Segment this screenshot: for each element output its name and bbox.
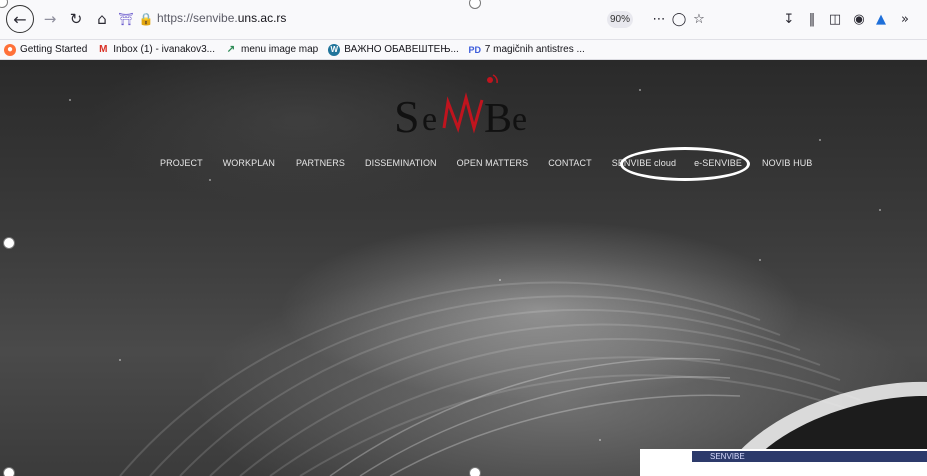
svg-text:B: B (484, 96, 512, 142)
back-icon[interactable]: ← (6, 5, 34, 33)
bookmark-label: 7 magičnih antistres ... (484, 44, 585, 55)
senvibe-logo[interactable]: S e B e (392, 72, 542, 142)
overlay-tab[interactable]: SENVIBE (692, 451, 927, 462)
resize-handle[interactable] (3, 467, 15, 476)
bookmarks-bar: ● Getting Started M Inbox (1) - ivanakov… (0, 40, 927, 60)
url-prefix: https://senvibe. (157, 11, 238, 25)
nav-item-dissemination[interactable]: DISSEMINATION (365, 158, 437, 168)
bookmark-label: Inbox (1) - ivanakov3... (113, 44, 215, 55)
bookmark-item[interactable]: ↗ menu image map (225, 44, 318, 56)
overflow-icon[interactable]: » (896, 10, 914, 28)
forward-icon[interactable]: → (40, 8, 60, 30)
nav-item-contact[interactable]: CONTACT (548, 158, 592, 168)
nav-item-workplan[interactable]: WORKPLAN (223, 158, 275, 168)
more-icon[interactable]: ⋯ (650, 10, 668, 28)
home-icon[interactable]: ⌂ (92, 8, 112, 30)
zoom-level[interactable]: 90% (607, 11, 633, 28)
imagemap-icon: ↗ (226, 44, 236, 55)
gmail-icon: M (99, 44, 108, 55)
bookmark-label: ВАЖНО ОБАВЕШТЕЊ... (344, 44, 459, 55)
svg-text:e: e (422, 101, 437, 138)
library-icon[interactable]: ‖ (803, 10, 821, 28)
extension-icon[interactable]: ▲ (872, 10, 890, 28)
svg-text:S: S (394, 91, 420, 142)
url-bar[interactable]: https://senvibe.uns.ac.rs (157, 11, 286, 25)
bookmark-label: Getting Started (20, 44, 88, 55)
pocket-icon[interactable]: ◯ (670, 10, 688, 28)
screenshot-frame: ← → ↻ ⌂ ⛩ 🔒 https://senvibe.uns.ac.rs 90… (0, 0, 927, 476)
bookmark-item[interactable]: ● Getting Started (4, 43, 88, 56)
nav-item-partners[interactable]: PARTNERS (296, 158, 345, 168)
nav-item-project[interactable]: PROJECT (160, 158, 203, 168)
nav-item-open-matters[interactable]: OPEN MATTERS (457, 158, 529, 168)
sidebar-icon[interactable]: ◫ (826, 10, 844, 28)
bookmark-label: menu image map (240, 44, 319, 55)
bookmark-item[interactable]: W ВАЖНО ОБАВЕШТЕЊ... (328, 43, 459, 56)
pinterest-icon: PD (468, 44, 482, 55)
resize-handle[interactable] (3, 237, 15, 249)
bookmark-star-icon[interactable]: ☆ (690, 10, 708, 28)
bookmark-item[interactable]: M Inbox (1) - ivanakov3... (97, 44, 215, 56)
account-icon[interactable]: ◉ (850, 10, 868, 28)
overlapping-window: SENVIBE (640, 449, 927, 476)
nav-item-novib-hub[interactable]: NOVIB HUB (762, 158, 812, 168)
wordpress-icon: W (328, 43, 341, 56)
svg-text:e: e (512, 101, 527, 138)
lock-icon[interactable]: 🔒 (139, 8, 154, 30)
bookmark-item[interactable]: PD 7 magičnih antistres ... (469, 44, 585, 56)
firefox-icon: ● (4, 43, 16, 56)
shield-icon[interactable]: ⛩ (118, 8, 134, 30)
web-page: S e B e PROJECT WORKPLAN PARTNERS DISSEM… (0, 60, 927, 476)
highlight-oval (620, 147, 750, 181)
reload-icon[interactable]: ↻ (66, 8, 86, 30)
browser-toolbar: ← → ↻ ⌂ ⛩ 🔒 https://senvibe.uns.ac.rs 90… (0, 0, 927, 40)
resize-handle[interactable] (469, 467, 481, 476)
downloads-icon[interactable]: ↧ (780, 10, 798, 28)
url-domain: uns.ac.rs (237, 11, 287, 25)
